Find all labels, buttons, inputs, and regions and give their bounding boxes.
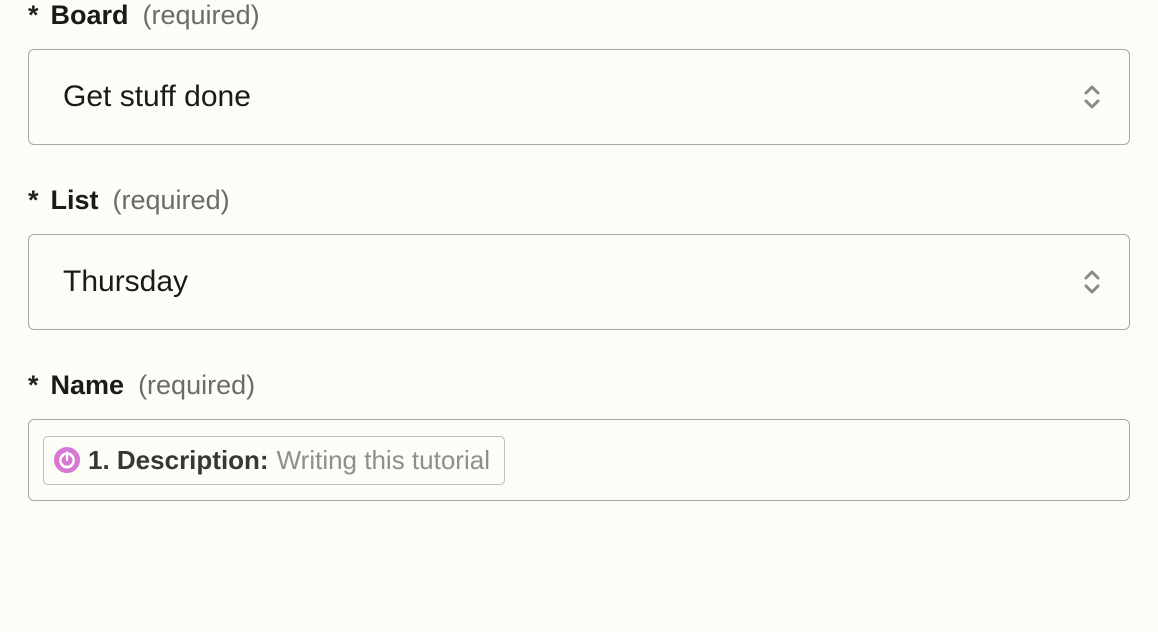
field-list: * List (required) Thursday [28, 185, 1130, 330]
required-asterisk: * [28, 185, 39, 216]
list-select-value: Thursday [63, 265, 188, 299]
chevron-updown-icon [1081, 269, 1103, 295]
required-asterisk: * [28, 0, 39, 31]
mapped-variable-token[interactable]: 1. Description: Writing this tutorial [43, 436, 505, 485]
board-select[interactable]: Get stuff done [28, 49, 1130, 145]
token-value: Writing this tutorial [277, 445, 490, 476]
label-list: List [51, 185, 99, 216]
label-board: Board [51, 0, 129, 31]
board-select-value: Get stuff done [63, 80, 251, 114]
label-row-board: * Board (required) [28, 0, 1130, 31]
required-hint-board: (required) [143, 0, 260, 31]
field-board: * Board (required) Get stuff done [28, 0, 1130, 145]
name-input[interactable]: 1. Description: Writing this tutorial [28, 419, 1130, 501]
chevron-updown-icon [1081, 84, 1103, 110]
label-row-name: * Name (required) [28, 370, 1130, 401]
token-label: 1. Description: [88, 445, 269, 476]
label-row-list: * List (required) [28, 185, 1130, 216]
required-asterisk: * [28, 370, 39, 401]
label-name: Name [51, 370, 125, 401]
power-icon [54, 447, 80, 473]
list-select[interactable]: Thursday [28, 234, 1130, 330]
required-hint-name: (required) [138, 370, 255, 401]
field-name: * Name (required) 1. Description: Writin… [28, 370, 1130, 501]
required-hint-list: (required) [113, 185, 230, 216]
